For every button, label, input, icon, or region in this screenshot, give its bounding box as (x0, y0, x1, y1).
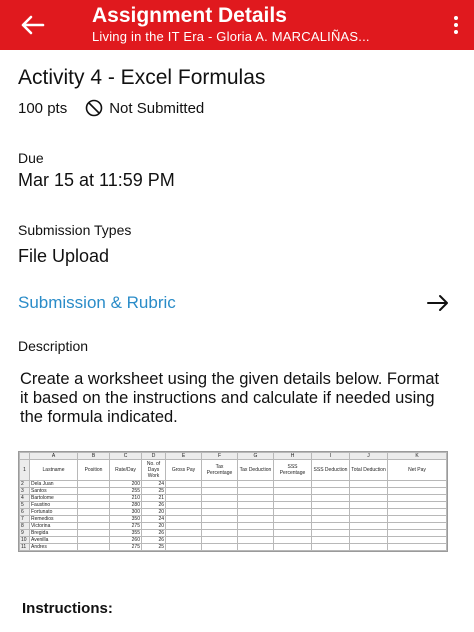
table-row: 5 Faustino 280 26 (19, 501, 447, 509)
not-submitted-icon (85, 99, 103, 117)
submission-type-value: File Upload (18, 246, 110, 266)
instructions-label: Instructions: (22, 600, 113, 617)
table-row: 11 Andres 275 25 (19, 543, 447, 551)
description-label: Description (18, 338, 89, 354)
table-row: 3 Santos 255 25 (19, 487, 447, 495)
table-row: 10 Avenilla 260 26 (19, 536, 447, 544)
table-row: 4 Bartolome 210 21 (19, 494, 447, 502)
header-row: 1 Lastname Position Rate/Day No. of Days… (19, 459, 447, 481)
table-row: 6 Fortunato 300 20 (19, 508, 447, 516)
description-text: Create a worksheet using the given detai… (20, 370, 440, 426)
table-row: 7 Remedios 350 24 (19, 515, 447, 523)
table-row: 9 Bregida 355 26 (19, 529, 447, 537)
back-button[interactable] (14, 8, 50, 42)
assignment-meta: 100 pts Not Submitted (18, 99, 204, 117)
more-options-button[interactable] (444, 8, 468, 42)
page-title: Assignment Details (92, 4, 287, 27)
arrow-right-icon[interactable] (426, 292, 450, 314)
submission-status: Not Submitted (85, 99, 204, 117)
submission-rubric-link[interactable]: Submission & Rubric (18, 293, 176, 313)
table-row: 2 Dela Juan 200 24 (19, 480, 447, 488)
points-value: 100 pts (18, 99, 68, 117)
arrow-left-icon (21, 15, 45, 35)
due-date: Mar 15 at 11:59 PM (18, 170, 175, 190)
spreadsheet-image: A B C D E F G H I J K 1 Lastname Positio… (18, 451, 448, 552)
table-row: 8 Victorina 275 20 (19, 522, 447, 530)
more-vertical-icon (454, 16, 458, 20)
submission-types-label: Submission Types (18, 222, 132, 238)
assignment-title: Activity 4 - Excel Formulas (18, 66, 266, 89)
due-label: Due (18, 150, 44, 166)
app-bar: Assignment Details Living in the IT Era … (0, 0, 474, 50)
column-letter-row: A B C D E F G H I J K (19, 452, 447, 460)
course-subtitle: Living in the IT Era - Gloria A. MARCALI… (92, 29, 370, 44)
status-text: Not Submitted (109, 99, 205, 117)
